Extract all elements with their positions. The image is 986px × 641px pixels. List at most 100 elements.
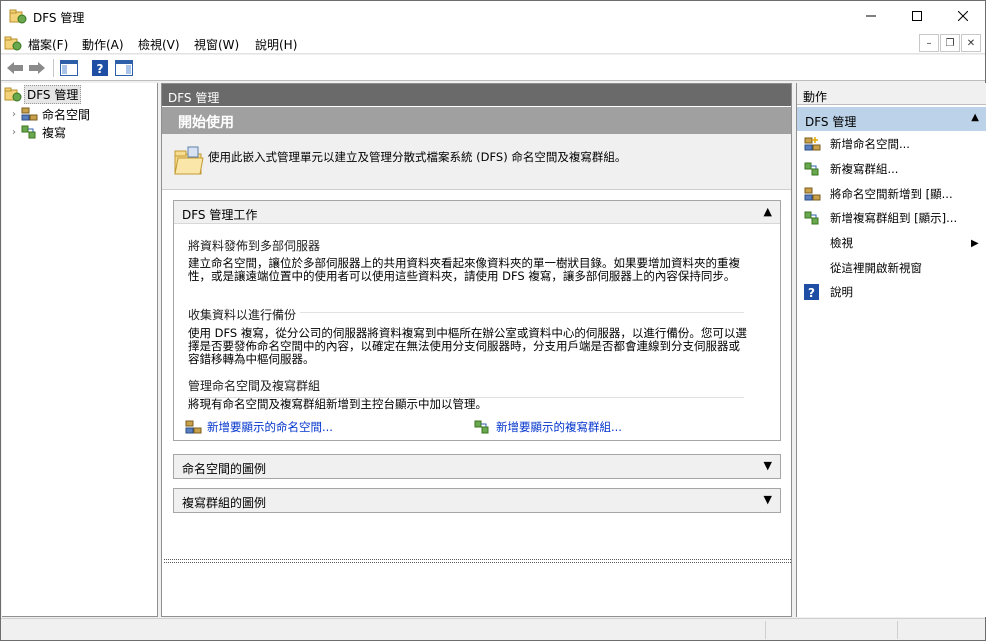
- add-namespace-to-display-icon: [804, 187, 821, 201]
- add-replication-group-to-display-link[interactable]: 新增要顯示的複寫群組...: [473, 419, 622, 435]
- add-namespace-icon: [185, 420, 202, 434]
- namespaces-legend-section[interactable]: 命名空間的圖例 ▼: [173, 454, 781, 479]
- title-bar: DFS 管理: [1, 1, 985, 32]
- console-tree: DFS 管理 › 命名空間 › 複寫: [2, 83, 158, 617]
- show-hide-console-tree-icon: [60, 60, 78, 76]
- blank-icon: [803, 260, 821, 276]
- close-icon: [958, 11, 968, 21]
- action-label: 從這裡開啟新視窗: [830, 261, 922, 275]
- help-button[interactable]: ?: [90, 58, 110, 78]
- actions-group-dfs-management[interactable]: DFS 管理 ▲: [797, 107, 986, 131]
- menu-view[interactable]: 檢視(V): [138, 36, 180, 53]
- task-manage-description: 將現有命名空間及複寫群組新增到主控台顯示中加以管理。: [188, 397, 487, 411]
- mdi-controls: – ❐ ✕: [918, 34, 981, 52]
- action-add-replication-group-to-display[interactable]: 新增複寫群組到 [顯示]...: [803, 209, 957, 227]
- back-button[interactable]: [5, 58, 25, 78]
- menu-file[interactable]: 檔案(F): [28, 36, 68, 53]
- mdi-close-button[interactable]: ✕: [961, 34, 981, 52]
- menu-bar: 檔案(F) 動作(A) 檢視(V) 視窗(W) 說明(H) – ❐ ✕: [1, 32, 985, 54]
- add-replication-group-icon: [474, 420, 489, 434]
- mmc-system-menu-icon[interactable]: [4, 34, 22, 51]
- task-publish-title: 將資料發佈到多部伺服器: [188, 239, 321, 253]
- section-title: 複寫群組的圖例: [182, 496, 267, 510]
- toolbar-separator: [53, 59, 54, 77]
- action-new-replication-group[interactable]: 新複寫群組...: [803, 160, 898, 178]
- tree-item-namespaces[interactable]: › 命名空間: [8, 105, 92, 123]
- menu-action[interactable]: 動作(A): [82, 36, 124, 53]
- add-namespace-to-display-link[interactable]: 新增要顯示的命名空間...: [184, 419, 333, 435]
- action-label: 新增命名空間...: [830, 137, 910, 151]
- tree-item-label: 複寫: [42, 125, 67, 140]
- back-icon: [7, 62, 23, 74]
- dfs-folder-icon: [174, 146, 204, 175]
- svg-text:?: ?: [97, 62, 104, 76]
- mdi-restore-button[interactable]: ❐: [940, 34, 960, 52]
- submenu-arrow-icon: ▶: [971, 237, 979, 249]
- show-hide-action-pane-icon: [115, 60, 133, 76]
- action-label: 新增複寫群組到 [顯示]...: [830, 211, 958, 225]
- link-label: 新增要顯示的複寫群組...: [496, 420, 622, 434]
- new-replication-group-icon: [804, 162, 819, 176]
- action-view[interactable]: 檢視 ▶: [803, 234, 979, 252]
- action-new-namespace[interactable]: 新增命名空間...: [803, 135, 910, 153]
- expand-chevron-icon[interactable]: ›: [8, 127, 20, 138]
- collapse-triangle-icon[interactable]: ▲: [971, 112, 979, 123]
- expand-chevron-icon[interactable]: ›: [8, 109, 20, 120]
- dfs-management-tasks-section: DFS 管理工作 ▲ 將資料發佈到多部伺服器 建立命名空間，讓位於多部伺服器上的…: [173, 200, 781, 441]
- expand-triangle-icon[interactable]: ▼: [764, 459, 772, 472]
- action-label: 檢視: [830, 236, 853, 250]
- tree-item-replication[interactable]: › 複寫: [8, 123, 68, 141]
- minimize-icon: [866, 15, 876, 17]
- close-button[interactable]: [940, 1, 986, 31]
- tree-item-dfs-management[interactable]: DFS 管理: [4, 84, 82, 104]
- mdi-minimize-button[interactable]: –: [919, 34, 939, 52]
- add-replication-group-to-display-icon: [804, 211, 819, 225]
- actions-pane-header: 動作: [797, 83, 986, 105]
- menu-help[interactable]: 說明(H): [255, 36, 297, 53]
- blank-icon: [803, 235, 821, 251]
- getting-started-title: 開始使用: [162, 107, 791, 134]
- results-pane: DFS 管理 開始使用 使用此嵌入式管理單元以建立及管理分散式檔案系統 (DFS…: [161, 83, 792, 617]
- expand-triangle-icon[interactable]: ▼: [764, 493, 772, 506]
- section-title: DFS 管理工作: [182, 208, 258, 222]
- link-label: 新增要顯示的命名空間...: [207, 420, 333, 434]
- action-add-namespace-to-display[interactable]: 將命名空間新增到 [顯...: [803, 185, 953, 203]
- show-hide-console-tree-button[interactable]: [59, 58, 79, 78]
- collapse-triangle-icon[interactable]: ▲: [764, 205, 772, 218]
- action-help[interactable]: ? 說明: [803, 283, 853, 301]
- action-label: 說明: [830, 285, 853, 299]
- task-backup-title: 收集資料以進行備份: [188, 306, 301, 323]
- results-pane-header: DFS 管理: [162, 84, 791, 106]
- getting-started-description: 使用此嵌入式管理單元以建立及管理分散式檔案系統 (DFS) 命名空間及複寫群組。: [208, 150, 627, 164]
- help-icon: ?: [804, 284, 819, 300]
- svg-text:?: ?: [808, 286, 815, 300]
- actions-pane: 動作 DFS 管理 ▲ 新增命名空間... 新複寫群組... 將命名空間新增到 …: [796, 83, 986, 617]
- task-publish-description: 建立命名空間，讓位於多部伺服器上的共用資料夾看起來像資料夾的單一樹狀目錄。如果要…: [188, 256, 740, 283]
- maximize-icon: [912, 11, 922, 21]
- section-header[interactable]: DFS 管理工作 ▲: [174, 201, 780, 224]
- toolbar: ?: [1, 55, 985, 81]
- minimize-button[interactable]: [848, 1, 894, 31]
- app-window: DFS 管理 檔案(F) 動作(A) 檢視(V) 視窗(W) 說明(H) – ❐…: [0, 0, 986, 641]
- namespaces-icon: [21, 107, 38, 121]
- tree-item-label: DFS 管理: [24, 84, 82, 104]
- section-header[interactable]: 命名空間的圖例 ▼: [174, 455, 780, 478]
- menu-window[interactable]: 視窗(W): [194, 36, 239, 53]
- maximize-button[interactable]: [894, 1, 940, 31]
- new-namespace-icon: [804, 137, 821, 151]
- help-icon: ?: [92, 60, 108, 76]
- splitter-bar[interactable]: [164, 559, 791, 563]
- forward-button[interactable]: [27, 58, 47, 78]
- dfs-management-icon: [4, 87, 22, 102]
- replication-groups-legend-section[interactable]: 複寫群組的圖例 ▼: [173, 488, 781, 513]
- section-header[interactable]: 複寫群組的圖例 ▼: [174, 489, 780, 512]
- action-label: 新複寫群組...: [830, 162, 899, 176]
- status-segment: [897, 621, 985, 639]
- status-bar: [1, 618, 985, 640]
- forward-icon: [29, 62, 45, 74]
- window-title: DFS 管理: [33, 11, 85, 25]
- show-hide-action-pane-button[interactable]: [114, 58, 134, 78]
- action-new-window-from-here[interactable]: 從這裡開啟新視窗: [803, 259, 922, 277]
- dfs-app-icon: [9, 9, 27, 24]
- tree-item-label: 命名空間: [42, 107, 91, 122]
